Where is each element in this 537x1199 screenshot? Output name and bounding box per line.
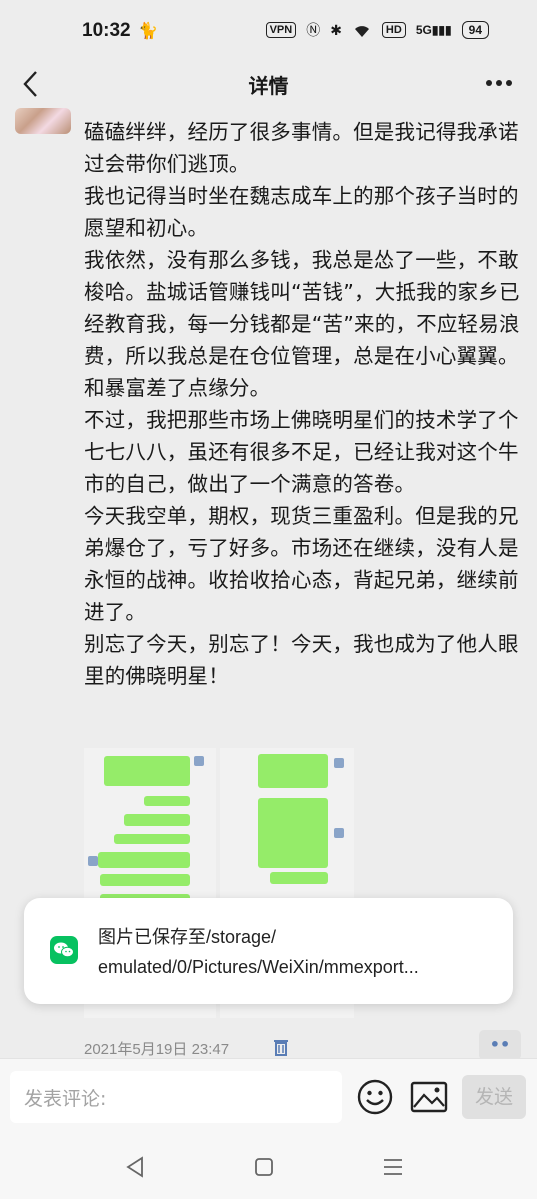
- image-icon[interactable]: [410, 1081, 448, 1113]
- wifi-icon: [354, 26, 369, 37]
- post-image-2[interactable]: [220, 748, 354, 888]
- comment-bar: 发表评论: 发送: [0, 1058, 537, 1138]
- page-title: 详情: [248, 74, 289, 98]
- post-paragraph: 不过，我把那些市场上佛晓明星们的技术学了个七七八八，虽还有很多不足，已经让我对这…: [84, 408, 519, 496]
- trash-icon[interactable]: [273, 1038, 289, 1056]
- vpn-badge: VPN: [265, 22, 297, 38]
- battery-indicator: 94: [461, 21, 489, 39]
- toast-message: 图片已保存至/storage/ emulated/0/Pictures/WeiX…: [98, 922, 498, 982]
- toast-line: emulated/0/Pictures/WeiXin/mmexport...: [98, 957, 419, 977]
- bluetooth-icon: ✱: [330, 21, 342, 38]
- post-date: 2021年5月19日 23:47: [84, 1041, 230, 1058]
- comment-input[interactable]: 发表评论:: [10, 1071, 342, 1123]
- post-text: 磕磕绊绊，经历了很多事情。但是我记得我承诺过会带你们逃顶。 我也记得当时坐在魏志…: [84, 116, 524, 692]
- nav-back-icon[interactable]: [124, 1156, 146, 1178]
- more-icon[interactable]: [485, 79, 513, 87]
- status-time: 10:32: [82, 20, 131, 41]
- nav-bar: 详情: [0, 62, 537, 108]
- status-icons: VPN Ⓝ ✱ HD 5G▮▮▮ 94: [265, 20, 489, 40]
- post-paragraph: 我也记得当时坐在魏志成车上的那个孩子当时的愿望和初心。: [84, 184, 519, 240]
- post-paragraph: 我依然，没有那么多钱，我总是怂了一些，不敢梭哈。盐城话管赚钱叫“苦钱”，大抵我的…: [84, 248, 520, 400]
- post-paragraph: 磕磕绊绊，经历了很多事情。但是我记得我承诺过会带你们逃顶。: [84, 120, 519, 176]
- post-paragraph: 别忘了今天，别忘了！今天，我也成为了他人眼里的佛晓明星！: [84, 632, 519, 688]
- network-label: 5G: [415, 23, 432, 37]
- emoji-icon[interactable]: [357, 1079, 393, 1115]
- hd-badge: HD: [381, 22, 406, 38]
- nav-home-icon[interactable]: [253, 1156, 275, 1178]
- toast-line: 图片已保存至/storage/: [98, 927, 277, 947]
- cat-icon: 🐈: [138, 21, 158, 40]
- post-image-1[interactable]: [84, 748, 216, 888]
- send-button[interactable]: 发送: [462, 1075, 526, 1119]
- system-nav-bar: [0, 1138, 537, 1199]
- post-paragraph: 今天我空单，期权，现货三重盈利。但是我的兄弟爆仓了，亏了好多。市场还在继续，没有…: [84, 504, 519, 624]
- status-bar: 10:32 🐈 VPN Ⓝ ✱ HD 5G▮▮▮ 94: [0, 0, 537, 62]
- save-toast: 图片已保存至/storage/ emulated/0/Pictures/WeiX…: [24, 898, 513, 1004]
- comment-like-button[interactable]: ••: [479, 1030, 521, 1058]
- signal-icon: 5G▮▮▮: [415, 23, 452, 37]
- wechat-icon: [50, 936, 78, 964]
- nav-menu-icon[interactable]: [381, 1156, 405, 1178]
- avatar[interactable]: [15, 108, 71, 134]
- dots-label: ••: [489, 1035, 511, 1054]
- nfc-icon: Ⓝ: [306, 22, 321, 38]
